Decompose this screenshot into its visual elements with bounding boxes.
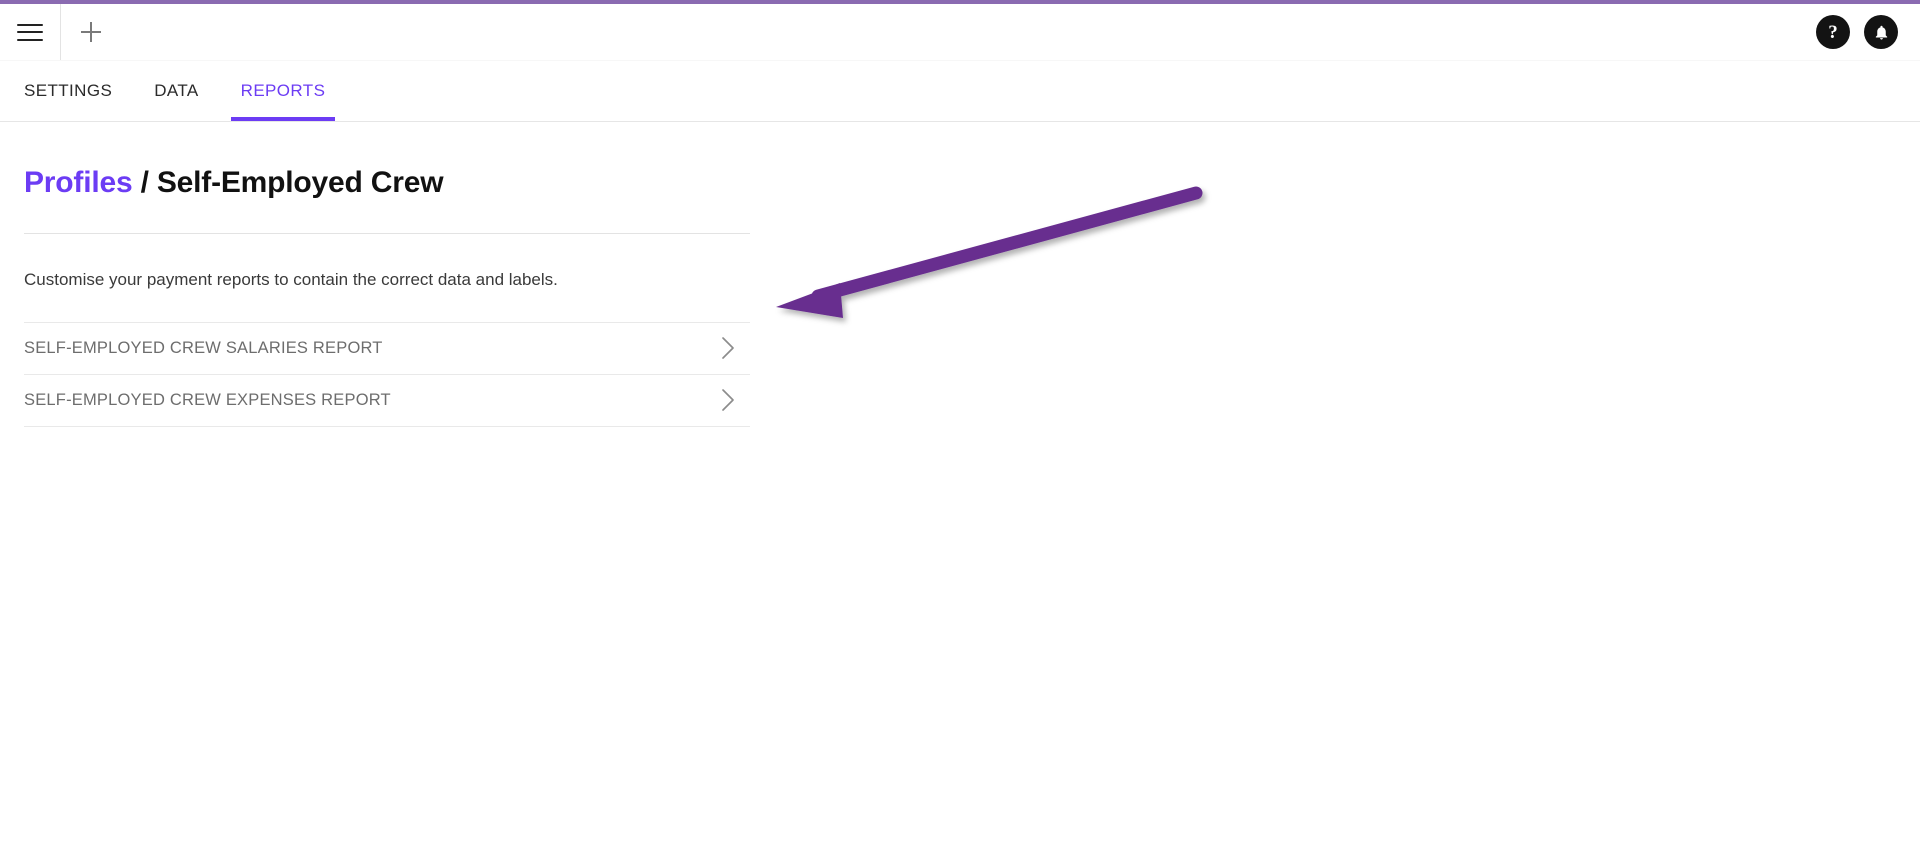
report-list: SELF-EMPLOYED CREW SALARIES REPORT SELF-… [24,321,750,427]
tab-data[interactable]: DATA [144,60,208,121]
page-description: Customise your payment reports to contai… [24,270,558,289]
hamburger-menu-icon [17,23,43,41]
add-button[interactable] [61,4,121,60]
report-row-salaries[interactable]: SELF-EMPLOYED CREW SALARIES REPORT [24,323,750,375]
plus-icon [81,22,101,42]
chevron-right-icon [722,389,734,412]
help-button[interactable]: ? [1816,15,1850,49]
page-content: Profiles / Self-Employed Crew Customise … [0,122,1920,427]
report-row-expenses[interactable]: SELF-EMPLOYED CREW EXPENSES REPORT [24,375,750,427]
chevron-right-icon [722,337,734,360]
help-circle-icon: ? [1828,21,1838,43]
tab-reports[interactable]: REPORTS [230,60,336,121]
section-tab-bar: SETTINGS DATA REPORTS [0,60,1920,122]
tab-settings[interactable]: SETTINGS [24,60,122,121]
app-bar-right-group: ? [1816,4,1898,60]
notifications-button[interactable] [1864,15,1898,49]
report-row-label: SELF-EMPLOYED CREW EXPENSES REPORT [24,390,391,409]
breadcrumb-parent-link[interactable]: Profiles [24,166,133,199]
hamburger-menu-button[interactable] [0,4,61,60]
breadcrumb-current: Self-Employed Crew [156,166,444,199]
app-bar-left-group [0,4,121,60]
bell-icon [1875,25,1887,40]
page-title: Profiles / Self-Employed Crew [24,122,1920,233]
breadcrumb-separator: / [132,166,157,199]
app-bar: ? [0,4,1920,60]
report-row-label: SELF-EMPLOYED CREW SALARIES REPORT [24,338,383,357]
